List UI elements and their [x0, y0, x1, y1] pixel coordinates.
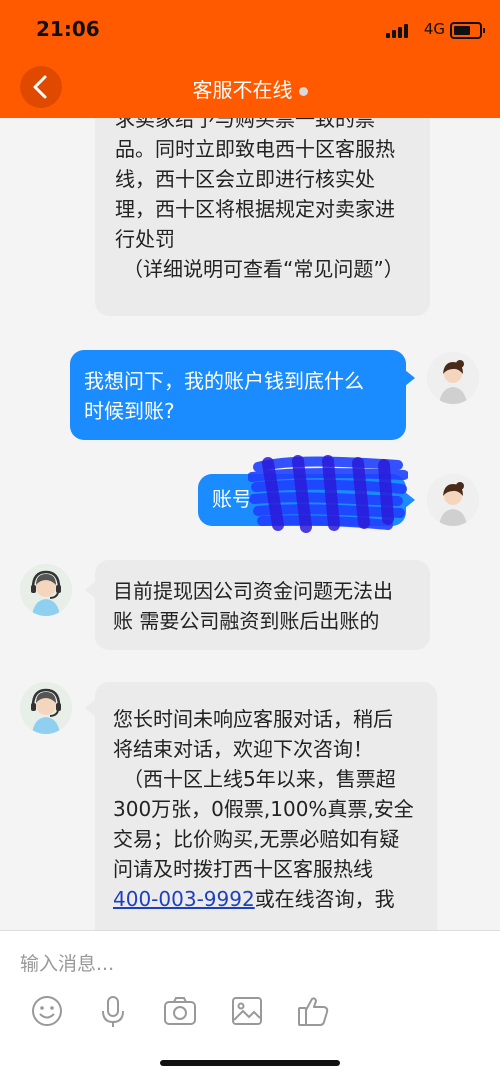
- redaction-scribble: [248, 455, 408, 533]
- message-line: 账 需要公司融资到账后出账的: [113, 609, 380, 633]
- message-line: （详细说明可查看“常见问题”）: [123, 257, 404, 281]
- message-bubble-received: 目前提现因公司资金问题无法出 账 需要公司融资到账后出账的: [95, 560, 430, 650]
- image-icon[interactable]: [227, 991, 267, 1031]
- message-line: 400-003-9992或在线咨询，我: [113, 884, 437, 914]
- message-line: 理，西十区将根据规定对卖家进: [115, 197, 395, 221]
- chat-message-list[interactable]: 求卖家给予与购买票一致的票 品。同时立即致电西十区客服热 线，西十区会立即进行核…: [0, 118, 500, 930]
- message-line: 线，西十区会立即进行核实处: [115, 167, 375, 191]
- user-avatar-icon: [427, 474, 479, 526]
- emoji-icon[interactable]: [27, 991, 67, 1031]
- page-title: 客服不在线: [0, 74, 500, 103]
- message-input[interactable]: 输入消息...: [20, 949, 114, 976]
- microphone-icon[interactable]: [93, 991, 133, 1031]
- agent-avatar[interactable]: [20, 682, 72, 734]
- bubble-tail: [405, 370, 415, 386]
- message-line: 求卖家给予与购买票一致的票: [115, 118, 375, 131]
- bubble-tail: [85, 582, 95, 598]
- user-avatar-icon: [427, 352, 479, 404]
- status-bar: 21:06 4G: [0, 0, 500, 56]
- message-line: 您长时间未响应客服对话，稍后: [113, 707, 393, 731]
- agent-avatar[interactable]: [20, 564, 72, 616]
- message-bubble-sent: 我想问下，我的账户钱到底什么 时候到账?: [70, 350, 406, 440]
- hotline-phone-link[interactable]: 400-003-9992: [113, 887, 255, 911]
- message-line: 时候到账?: [84, 399, 175, 423]
- message-text: 或在线咨询，我: [254, 887, 395, 911]
- signal-icon: [386, 22, 410, 38]
- bubble-tail: [85, 700, 95, 716]
- message-bubble-received: 您长时间未响应客服对话，稍后 将结束对话，欢迎下次咨询！ （西十区上线5年以来，…: [95, 682, 437, 930]
- user-avatar[interactable]: [427, 474, 479, 526]
- message-line: 我想问下，我的账户钱到底什么: [84, 369, 364, 393]
- user-avatar[interactable]: [427, 352, 479, 404]
- message-line: 交易；比价购买,无票必赔如有疑: [113, 827, 400, 851]
- camera-icon[interactable]: [160, 991, 200, 1031]
- composer-toolbar: [0, 991, 500, 1031]
- message-line: 300万张，0假票,100%真票,安全: [113, 797, 414, 821]
- page-title-text: 客服不在线: [192, 78, 293, 102]
- message-line: 将结束对话，欢迎下次咨询！: [113, 737, 373, 761]
- message-bubble-received: 求卖家给予与购买票一致的票 品。同时立即致电西十区客服热 线，西十区会立即进行核…: [95, 118, 430, 316]
- message-line: （西十区上线5年以来，售票超: [123, 767, 396, 791]
- message-line: 问请及时拨打西十区客服热线: [113, 857, 373, 881]
- network-label: 4G: [423, 20, 445, 38]
- battery-icon: [450, 22, 485, 39]
- thumbs-up-icon[interactable]: [293, 991, 333, 1031]
- offline-status-dot: [298, 87, 308, 96]
- agent-avatar-icon: [20, 564, 72, 616]
- agent-avatar-icon: [20, 682, 72, 734]
- status-time: 21:06: [36, 17, 100, 41]
- chat-header: 客服不在线: [0, 56, 500, 118]
- home-indicator: [160, 1060, 340, 1066]
- message-line: 行处罚: [115, 227, 175, 251]
- message-line: 目前提现因公司资金问题无法出: [113, 579, 393, 603]
- message-line: 品。同时立即致电西十区客服热: [115, 137, 395, 161]
